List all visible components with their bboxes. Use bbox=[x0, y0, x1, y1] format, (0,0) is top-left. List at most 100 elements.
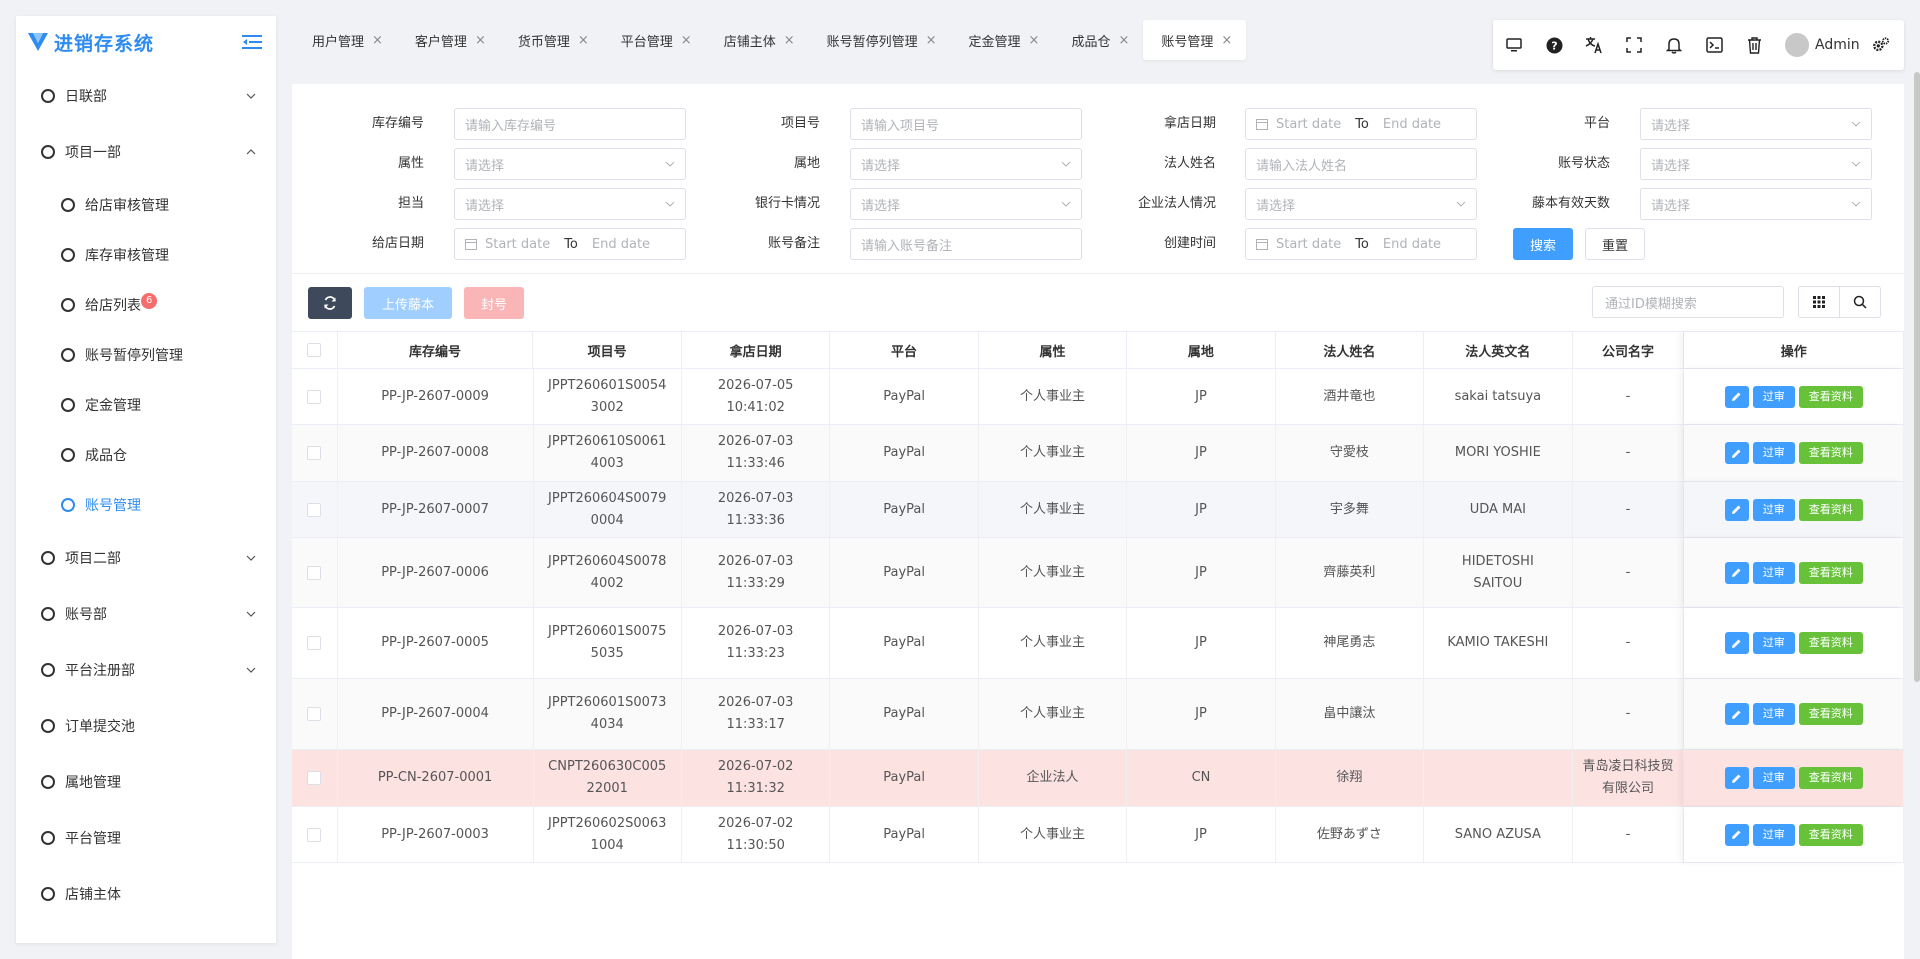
row-checkbox[interactable] bbox=[307, 771, 322, 785]
close-icon[interactable]: × bbox=[926, 33, 937, 48]
edit-button[interactable] bbox=[1724, 632, 1749, 654]
sidebar-item-6[interactable]: 属地管理 bbox=[16, 754, 276, 810]
sidebar-subitem-6[interactable]: 账号管理 bbox=[16, 480, 276, 530]
help-icon[interactable]: ? bbox=[1545, 36, 1563, 54]
tab-5[interactable]: 账号暂停列管理 × bbox=[809, 20, 951, 60]
table-row[interactable]: PP-JP-2607-0003 JPPT260602S0063 1004 2026-… bbox=[292, 807, 1904, 863]
take-date-range[interactable]: Start date To End date bbox=[1245, 108, 1477, 140]
approve-button[interactable]: 过审 bbox=[1752, 632, 1795, 654]
terminal-icon[interactable] bbox=[1705, 36, 1723, 54]
edit-button[interactable] bbox=[1724, 385, 1749, 408]
project-no-input[interactable]: 请输入项目号 bbox=[850, 108, 1082, 140]
tab-4[interactable]: 店铺主体 × bbox=[706, 20, 809, 60]
avatar[interactable] bbox=[1785, 33, 1809, 57]
view-details-button[interactable]: 查看资料 bbox=[1798, 561, 1863, 584]
edit-button[interactable] bbox=[1724, 703, 1749, 725]
sidebar-item-5[interactable]: 订单提交池 bbox=[16, 698, 276, 754]
edit-button[interactable] bbox=[1724, 823, 1749, 846]
table-row[interactable]: PP-JP-2607-0006 JPPT260604S0078 4002 2026-… bbox=[292, 538, 1904, 608]
close-icon[interactable]: × bbox=[1029, 33, 1040, 48]
attr-select[interactable]: 请选择 bbox=[454, 148, 686, 180]
owner-select[interactable]: 请选择 bbox=[454, 188, 686, 220]
vine-select[interactable]: 请选择 bbox=[1640, 188, 1872, 220]
table-row[interactable]: PP-JP-2607-0009 JPPT260601S0054 3002 2026-… bbox=[292, 369, 1904, 425]
sidebar-item-7[interactable]: 平台管理 bbox=[16, 810, 276, 866]
toggle-search-button[interactable] bbox=[1839, 286, 1881, 318]
row-checkbox[interactable] bbox=[307, 707, 322, 721]
approve-button[interactable]: 过审 bbox=[1752, 385, 1795, 408]
close-icon[interactable]: × bbox=[681, 33, 692, 48]
close-icon[interactable]: × bbox=[1118, 33, 1129, 48]
give-date-range[interactable]: Start date To End date bbox=[454, 228, 686, 260]
sidebar-subitem-3[interactable]: 账号暂停列管理 bbox=[16, 330, 276, 380]
trash-icon[interactable] bbox=[1745, 36, 1763, 54]
table-row[interactable]: PP-JP-2607-0004 JPPT260601S0073 4034 2026-… bbox=[292, 679, 1904, 750]
sidebar-subitem-2[interactable]: 给店列表 6 bbox=[16, 280, 276, 330]
view-details-button[interactable]: 查看资料 bbox=[1798, 703, 1863, 725]
sidebar-item-1[interactable]: 项目一部 bbox=[16, 124, 276, 180]
legal-name-input[interactable]: 请输入法人姓名 bbox=[1245, 148, 1477, 180]
acct-note-input[interactable]: 请输入账号备注 bbox=[850, 228, 1082, 260]
edit-button[interactable] bbox=[1724, 442, 1749, 464]
approve-button[interactable]: 过审 bbox=[1752, 442, 1795, 464]
approve-button[interactable]: 过审 bbox=[1752, 767, 1795, 789]
approve-button[interactable]: 过审 bbox=[1752, 561, 1795, 584]
corp-select[interactable]: 请选择 bbox=[1245, 188, 1477, 220]
acct-status-select[interactable]: 请选择 bbox=[1640, 148, 1872, 180]
row-checkbox[interactable] bbox=[307, 827, 322, 842]
table-row[interactable]: PP-CN-2607-0001 CNPT260630C005 22001 2026-… bbox=[292, 750, 1904, 807]
close-icon[interactable]: × bbox=[1221, 33, 1232, 48]
column-settings-button[interactable] bbox=[1798, 286, 1840, 318]
edit-button[interactable] bbox=[1724, 767, 1749, 789]
monitor-icon[interactable] bbox=[1505, 36, 1523, 54]
sidebar-subitem-1[interactable]: 库存审核管理 bbox=[16, 230, 276, 280]
edit-button[interactable] bbox=[1724, 498, 1749, 521]
close-icon[interactable]: × bbox=[372, 33, 383, 48]
tab-1[interactable]: 客户管理 × bbox=[397, 20, 500, 60]
view-details-button[interactable]: 查看资料 bbox=[1798, 442, 1863, 464]
bell-icon[interactable] bbox=[1665, 36, 1683, 54]
close-icon[interactable]: × bbox=[578, 33, 589, 48]
approve-button[interactable]: 过审 bbox=[1752, 498, 1795, 521]
region-select[interactable]: 请选择 bbox=[850, 148, 1082, 180]
close-icon[interactable]: × bbox=[475, 33, 486, 48]
menu-collapse-icon[interactable] bbox=[242, 34, 262, 50]
row-checkbox[interactable] bbox=[307, 389, 322, 404]
view-details-button[interactable]: 查看资料 bbox=[1798, 767, 1863, 789]
sidebar-subitem-5[interactable]: 成品仓 bbox=[16, 430, 276, 480]
close-icon[interactable]: × bbox=[784, 33, 795, 48]
sidebar-item-4[interactable]: 平台注册部 bbox=[16, 642, 276, 698]
translate-icon[interactable] bbox=[1585, 36, 1603, 54]
tab-3[interactable]: 平台管理 × bbox=[603, 20, 706, 60]
approve-button[interactable]: 过审 bbox=[1752, 703, 1795, 725]
sidebar-item-2[interactable]: 项目二部 bbox=[16, 530, 276, 586]
edit-button[interactable] bbox=[1724, 561, 1749, 584]
approve-button[interactable]: 过审 bbox=[1752, 823, 1795, 846]
sidebar-item-0[interactable]: 日联部 bbox=[16, 68, 276, 124]
row-checkbox[interactable] bbox=[307, 565, 322, 580]
sidebar-item-3[interactable]: 账号部 bbox=[16, 586, 276, 642]
created-date-range[interactable]: Start date To End date bbox=[1245, 228, 1477, 260]
user-name[interactable]: Admin bbox=[1815, 37, 1860, 53]
table-row[interactable]: PP-JP-2607-0005 JPPT260601S0075 5035 2026-… bbox=[292, 608, 1904, 679]
fullscreen-icon[interactable] bbox=[1625, 36, 1643, 54]
id-search-input[interactable]: 通过ID模糊搜索 bbox=[1592, 286, 1784, 318]
reset-button[interactable]: 重置 bbox=[1585, 228, 1645, 260]
settings-icon[interactable] bbox=[1872, 36, 1890, 54]
upload-vine-button[interactable]: 上传藤本 bbox=[364, 287, 452, 319]
row-checkbox[interactable] bbox=[307, 446, 322, 460]
tab-6[interactable]: 定金管理 × bbox=[951, 20, 1054, 60]
stock-no-input[interactable]: 请输入库存编号 bbox=[454, 108, 686, 140]
table-row[interactable]: PP-JP-2607-0008 JPPT260610S0061 4003 2026-… bbox=[292, 425, 1904, 482]
tab-8[interactable]: 账号管理 × bbox=[1143, 20, 1247, 60]
bank-select[interactable]: 请选择 bbox=[850, 188, 1082, 220]
platform-select[interactable]: 请选择 bbox=[1640, 108, 1872, 140]
tab-0[interactable]: 用户管理 × bbox=[294, 20, 397, 60]
select-all-checkbox[interactable] bbox=[307, 343, 322, 357]
view-details-button[interactable]: 查看资料 bbox=[1798, 385, 1863, 408]
refresh-button[interactable] bbox=[308, 287, 352, 319]
sidebar-subitem-0[interactable]: 给店审核管理 bbox=[16, 180, 276, 230]
view-details-button[interactable]: 查看资料 bbox=[1798, 823, 1863, 846]
table-row[interactable]: PP-JP-2607-0007 JPPT260604S0079 0004 2026-… bbox=[292, 482, 1904, 538]
search-button[interactable]: 搜索 bbox=[1513, 228, 1573, 260]
